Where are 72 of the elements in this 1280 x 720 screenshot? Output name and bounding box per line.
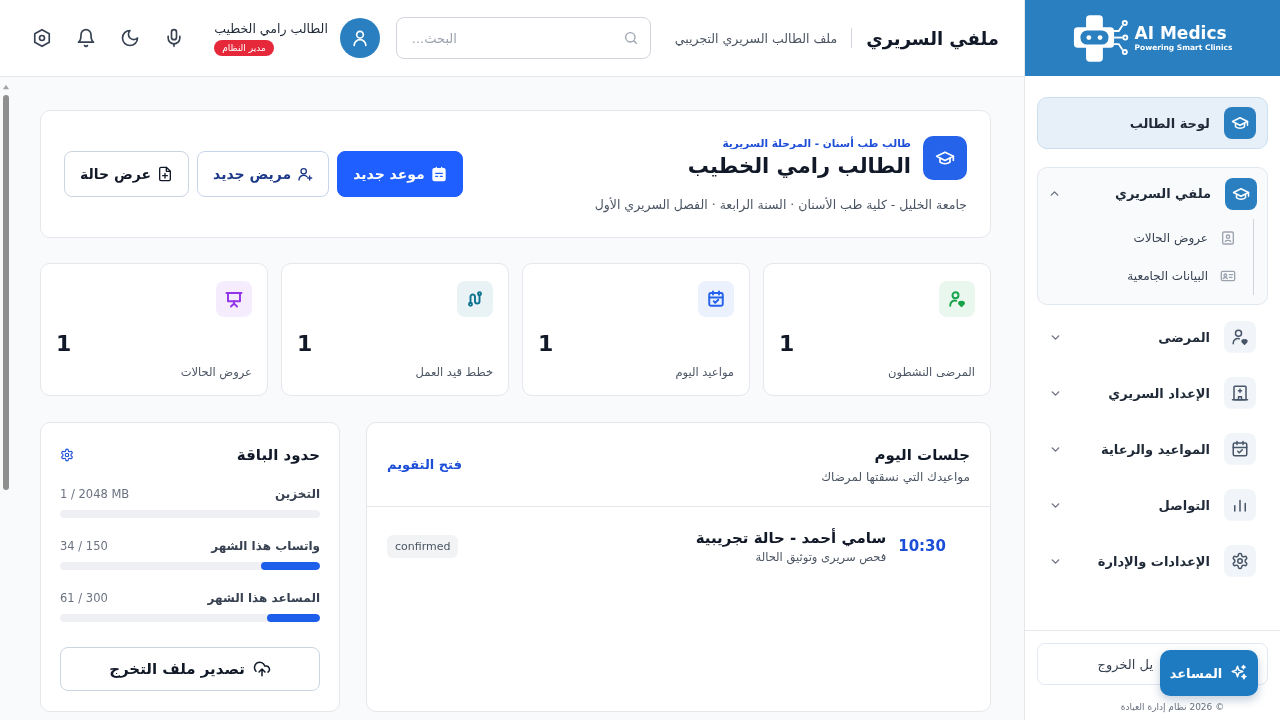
status-badge: confirmed [387, 534, 459, 558]
settings-icon[interactable] [60, 448, 74, 462]
cloud-upload-icon [252, 660, 271, 678]
nav-item[interactable]: الإعدادات والإدارة [1037, 535, 1268, 587]
brand-name: AI Medics [1134, 23, 1227, 43]
copyright-text: © 2026 نظام إدارة العيادة [1120, 701, 1225, 713]
meter-reading: 1 / 2048 MB [60, 487, 130, 501]
stat-label: عروض الحالات [180, 364, 252, 380]
new-appointment-button[interactable]: موعد جديد [337, 151, 463, 197]
building-icon [1224, 377, 1256, 409]
search-icon [622, 30, 639, 46]
graduation-cap-icon [1225, 177, 1257, 210]
meter-reading: 61 / 300 [60, 591, 108, 605]
meter-label: التخزين [275, 487, 320, 501]
nav-subitem[interactable]: عروض الحالات [1038, 219, 1236, 257]
calendar-icon [430, 166, 447, 182]
profile-document-icon [1220, 230, 1236, 246]
role-badge: مدير النظام [214, 39, 274, 56]
card-title: جلسات اليوم [874, 444, 970, 466]
view-case-button[interactable]: عرض حالة [64, 151, 190, 197]
presentation-board-icon [216, 281, 252, 317]
settings-icon[interactable] [32, 28, 52, 48]
stat-value: 1 [56, 330, 72, 358]
id-card-icon [1220, 268, 1236, 284]
calendar-link[interactable]: فتح التقويم [387, 457, 462, 472]
nav-item[interactable]: لوحة الطالب [1037, 97, 1268, 149]
avatar-icon[interactable] [339, 18, 380, 58]
calendar-check-icon [698, 281, 734, 317]
page-title: ملفي السريري [866, 27, 999, 49]
search-field[interactable]: البحث... [395, 17, 651, 59]
assistant-button[interactable]: المساعد [1160, 650, 1258, 696]
stat-value: 1 [779, 330, 795, 358]
stat-label: مواعيد اليوم [675, 364, 734, 380]
file-plus-icon [157, 166, 174, 182]
nav-item[interactable]: المواعيد والرعاية [1037, 423, 1268, 475]
nav-item[interactable]: الإعداد السريري [1037, 367, 1268, 419]
session-note: فحص سريرى وتوثيق الحالة [755, 549, 887, 565]
export-button[interactable]: تصدير ملف التخرج [60, 647, 320, 691]
stat-label: خطط قيد العمل [415, 364, 493, 380]
bar-chart-icon [1224, 489, 1256, 521]
card-subtitle: مواعيدك التي نسقتها لمرضاك [821, 468, 970, 486]
graduation-cap-icon [1224, 107, 1256, 139]
meter-label: المساعد هذا الشهر [207, 591, 320, 605]
logo-icon [1072, 13, 1129, 63]
session-time: 10:30 [898, 537, 946, 555]
scrollbar-thumb[interactable] [3, 95, 9, 490]
user-name: الطالب رامي الخطيب [214, 20, 328, 37]
nav-subitem[interactable]: البيانات الجامعية [1038, 257, 1236, 295]
stat-value: 1 [538, 330, 554, 358]
nav-item[interactable]: ملفي السريري [1038, 168, 1267, 219]
student-details: جامعة الخليل - كلية طب الأسنان · السنة الرابعة · الفصل السريري الأول [594, 196, 967, 213]
microphone-icon[interactable] [164, 28, 184, 48]
stat-value: 1 [297, 330, 313, 358]
student-name: الطالب رامي الخطيب [687, 152, 911, 180]
nav-item[interactable]: التواصل [1037, 479, 1268, 531]
page-subtitle: ملف الطالب السريري التجريبي [674, 30, 838, 46]
calendar-check-icon [1224, 433, 1256, 465]
nav-item[interactable]: المرضى [1037, 311, 1268, 363]
bell-icon[interactable] [76, 28, 96, 48]
new-patient-button[interactable]: مريض جديد [197, 151, 330, 197]
gear-icon [1224, 545, 1256, 577]
sparkle-icon [1230, 664, 1249, 682]
session-title: سامي أحمد - حالة تجريبية [695, 527, 887, 549]
route-icon [457, 281, 493, 317]
user-plus-icon [297, 166, 314, 182]
meter-reading: 34 / 150 [60, 539, 108, 553]
stat-label: المرضى النشطون [888, 364, 975, 380]
program-label: طالب طب أسنان - المرحلة السريرية [722, 135, 911, 151]
moon-icon[interactable] [120, 28, 140, 48]
graduation-cap-icon [923, 136, 967, 180]
meter-label: واتساب هذا الشهر [211, 539, 320, 553]
card-title: حدود الباقة [236, 446, 320, 464]
